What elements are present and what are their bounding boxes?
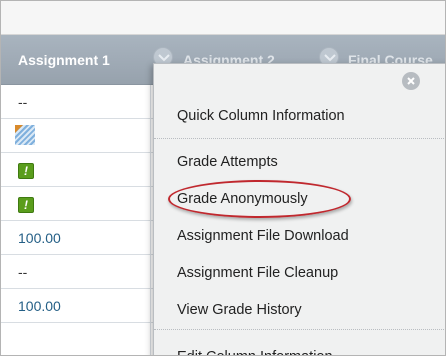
menu-item-assignment-file-download[interactable]: Assignment File Download: [177, 226, 349, 246]
column-header-label: Assignment 1: [18, 52, 110, 68]
grade-value: 100.00: [18, 230, 61, 246]
needs-grading-icon: !: [18, 197, 34, 213]
grade-cell[interactable]: --: [1, 255, 151, 289]
grade-center-screenshot: Assignment 1 Assignment 2 Final Course -…: [0, 0, 446, 356]
needs-grading-icon: !: [18, 163, 34, 179]
close-icon[interactable]: [402, 72, 420, 90]
grade-value: 100.00: [18, 298, 61, 314]
toolbar-strip: [1, 1, 445, 35]
highlight-ring: [168, 180, 351, 218]
menu-item-view-grade-history[interactable]: View Grade History: [177, 300, 302, 320]
grade-value: --: [18, 264, 28, 280]
grade-cell[interactable]: 100.00: [1, 221, 151, 255]
menu-divider: [154, 329, 445, 330]
column-header-assignment-1[interactable]: Assignment 1: [18, 35, 110, 85]
grade-cell[interactable]: [1, 323, 151, 355]
grade-cell[interactable]: 100.00: [1, 289, 151, 323]
grade-cell[interactable]: !: [1, 187, 151, 221]
menu-item-quick-column-information[interactable]: Quick Column Information: [177, 106, 345, 126]
menu-item-edit-column-information[interactable]: Edit Column Information: [177, 347, 333, 355]
grade-cell[interactable]: --: [1, 85, 151, 119]
menu-item-assignment-file-cleanup[interactable]: Assignment File Cleanup: [177, 263, 338, 283]
grade-value: --: [18, 94, 28, 110]
menu-item-grade-attempts[interactable]: Grade Attempts: [177, 152, 278, 172]
flag-icon: [15, 125, 23, 133]
column-context-menu: Quick Column Information Grade Attempts …: [153, 63, 445, 355]
grade-cell[interactable]: [1, 119, 151, 153]
grade-cell[interactable]: !: [1, 153, 151, 187]
menu-divider: [154, 138, 445, 139]
